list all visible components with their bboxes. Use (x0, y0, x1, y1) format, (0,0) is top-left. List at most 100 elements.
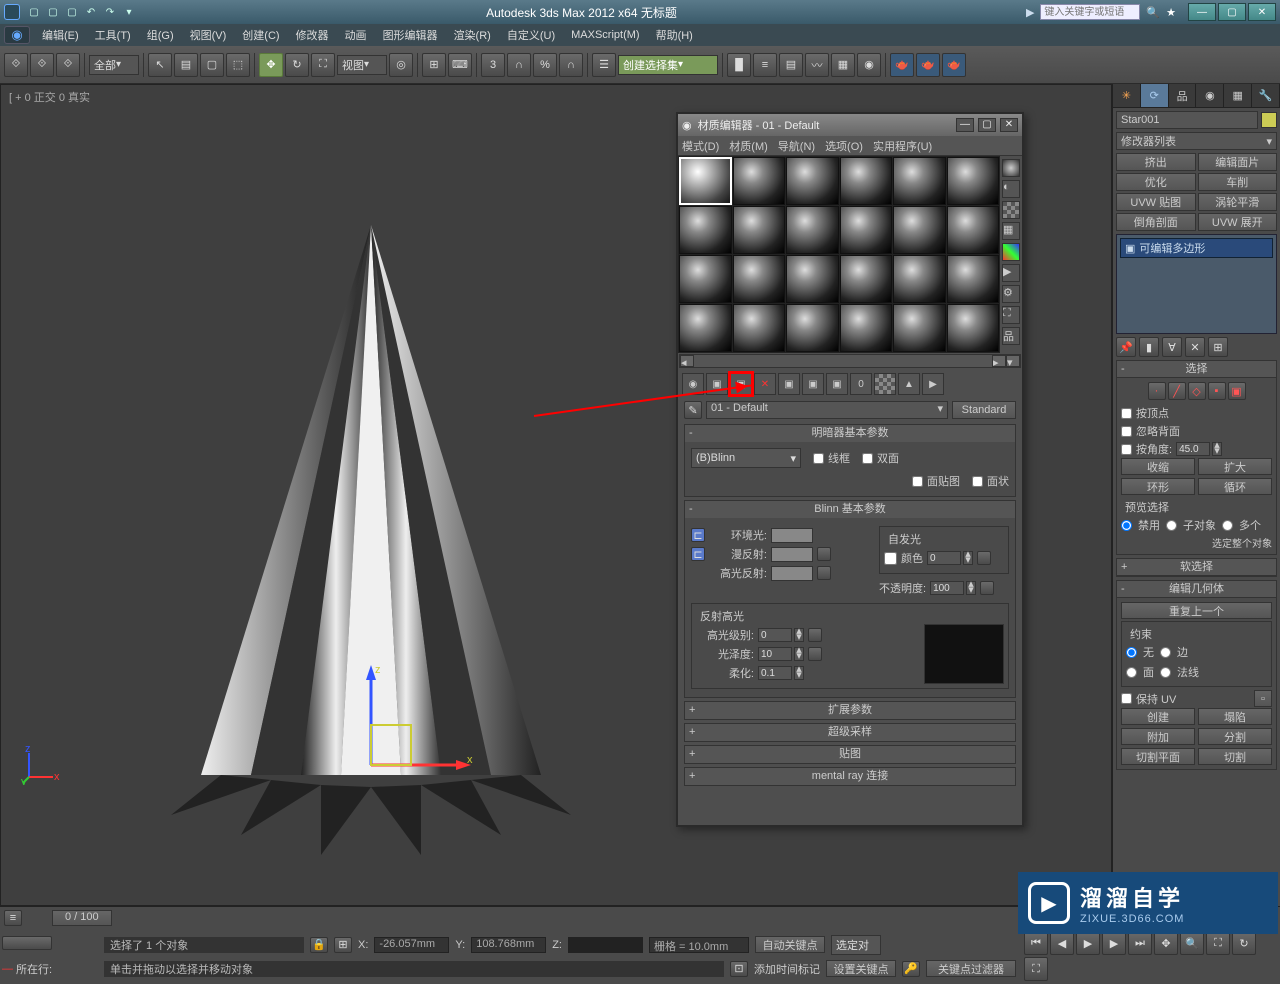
material-name-input[interactable]: 01 - Default ▾ (706, 401, 948, 419)
select-by-material-icon[interactable]: ⛶ (1002, 306, 1020, 324)
rad-con-none[interactable] (1126, 647, 1137, 658)
rollout-shader-header[interactable]: 明暗器基本参数 (685, 425, 1015, 442)
btn-lathe[interactable]: 车削 (1198, 173, 1278, 191)
material-map-nav-icon[interactable]: 品 (1002, 327, 1020, 345)
menu-customize[interactable]: 自定义(U) (499, 25, 563, 45)
layers-icon[interactable]: ▤ (779, 53, 803, 77)
make-copy-icon[interactable]: ▣ (778, 373, 800, 395)
material-type-button[interactable]: Standard (952, 401, 1016, 419)
keyboard-shortcut-icon[interactable]: ⌨ (448, 53, 472, 77)
put-to-library-icon[interactable]: ▣ (826, 373, 848, 395)
tab-motion-icon[interactable]: ◉ (1196, 84, 1224, 107)
btn-uvwunwrap[interactable]: UVW 展开 (1198, 213, 1278, 231)
btn-bevelprofile[interactable]: 倒角剖面 (1116, 213, 1196, 231)
subobj-element-icon[interactable]: ▣ (1228, 382, 1246, 400)
snap-toggle-icon[interactable]: 3 (481, 53, 505, 77)
stack-unique-icon[interactable]: ∀ (1162, 337, 1182, 357)
si-map-btn[interactable] (977, 551, 991, 565)
speclevel-map-btn[interactable] (808, 628, 822, 642)
material-slot[interactable] (893, 206, 946, 254)
material-slot-1[interactable] (679, 157, 732, 205)
opacity-map-btn[interactable] (980, 581, 994, 595)
specular-color-swatch[interactable] (771, 566, 813, 581)
modifier-list-select[interactable]: 修改器列表▾ (1116, 132, 1277, 150)
material-slot[interactable] (840, 255, 893, 303)
diffuse-color-swatch[interactable] (771, 547, 813, 562)
select-region-icon[interactable]: ▢ (200, 53, 224, 77)
material-slot[interactable] (840, 206, 893, 254)
select-rotate-icon[interactable]: ↻ (285, 53, 309, 77)
make-preview-icon[interactable]: ▶ (1002, 264, 1020, 282)
spn-speclevel[interactable] (758, 628, 792, 642)
btn-ring[interactable]: 环形 (1121, 478, 1195, 495)
btn-create[interactable]: 创建 (1121, 708, 1195, 725)
stack-config-icon[interactable]: ⊞ (1208, 337, 1228, 357)
app-menu-icon[interactable]: ◉ (4, 26, 30, 44)
spn-angle[interactable] (1176, 442, 1210, 456)
material-slot[interactable] (947, 304, 1000, 352)
named-selection-set-select[interactable]: 创建选择集 ▾ (618, 55, 718, 75)
tab-modify-icon[interactable]: ⟳ (1141, 84, 1169, 107)
btn-optimize[interactable]: 优化 (1116, 173, 1196, 191)
setkey-button[interactable]: 设置关键点 (826, 960, 896, 977)
menu-grapheditors[interactable]: 图形编辑器 (375, 25, 446, 45)
minimize-button[interactable]: — (1188, 3, 1216, 21)
render-frame-icon[interactable]: 🫖 (916, 53, 940, 77)
mat-menu-nav[interactable]: 导航(N) (778, 138, 815, 154)
btn-shrink[interactable]: 收缩 (1121, 458, 1195, 475)
select-by-name-icon[interactable]: ▤ (174, 53, 198, 77)
zoom-all-icon[interactable]: ⛶ (1206, 931, 1230, 955)
material-slot[interactable] (733, 206, 786, 254)
options-icon[interactable]: ⚙ (1002, 285, 1020, 303)
menu-rendering[interactable]: 渲染(R) (446, 25, 499, 45)
material-slot[interactable] (947, 206, 1000, 254)
pick-material-icon[interactable]: ✎ (684, 401, 702, 419)
align-icon[interactable]: ≡ (753, 53, 777, 77)
modifier-stack[interactable]: ▣可编辑多边形 (1116, 234, 1277, 334)
get-material-icon[interactable]: ◉ (682, 373, 704, 395)
favorites-icon[interactable]: ★ (1166, 6, 1176, 19)
search-icon[interactable]: 🔍 (1146, 6, 1160, 19)
chk-facemap[interactable] (912, 476, 923, 487)
material-slot[interactable] (840, 304, 893, 352)
specular-map-btn[interactable] (817, 566, 831, 580)
play-icon[interactable]: ▶ (1076, 931, 1100, 955)
stack-show-icon[interactable]: ▮ (1139, 337, 1159, 357)
chk-byangle[interactable] (1121, 444, 1132, 455)
menu-edit[interactable]: 编辑(E) (34, 25, 87, 45)
select-object-icon[interactable]: ↖ (148, 53, 172, 77)
material-slot[interactable] (947, 157, 1000, 205)
btn-loop[interactable]: 循环 (1198, 478, 1272, 495)
subobj-edge-icon[interactable]: ╱ (1168, 382, 1186, 400)
spn-opacity[interactable] (930, 581, 964, 595)
qat-open-icon[interactable]: ▢ (45, 4, 61, 20)
mat-menu-util[interactable]: 实用程序(U) (873, 138, 932, 154)
qat-undo-icon[interactable]: ↶ (83, 4, 99, 20)
coord-x[interactable]: -26.057mm (374, 937, 449, 953)
material-editor-icon[interactable]: ◉ (857, 53, 881, 77)
qat-save-icon[interactable]: ▢ (64, 4, 80, 20)
rollout-selection-header[interactable]: 选择 (1117, 361, 1276, 378)
window-crossing-icon[interactable]: ⬚ (226, 53, 250, 77)
ref-coord-select[interactable]: 视图 ▾ (337, 55, 387, 75)
chk-twoside[interactable] (862, 453, 873, 464)
stack-pin-icon[interactable]: 📌 (1116, 337, 1136, 357)
assign-to-selection-icon[interactable]: ▣ (730, 373, 752, 395)
menu-views[interactable]: 视图(V) (182, 25, 235, 45)
subobj-border-icon[interactable]: ◇ (1188, 382, 1206, 400)
mat-min-button[interactable]: — (956, 118, 974, 132)
chk-si-color[interactable] (884, 552, 897, 565)
btn-slice[interactable]: 切割 (1198, 748, 1272, 765)
time-slider-thumb[interactable]: 0 / 100 (52, 910, 112, 926)
rad-con-face[interactable] (1126, 667, 1137, 678)
subobj-vertex-icon[interactable]: · (1148, 382, 1166, 400)
maximize-button[interactable]: ▢ (1218, 3, 1246, 21)
help-search-input[interactable] (1040, 4, 1140, 20)
select-move-icon[interactable]: ✥ (259, 53, 283, 77)
play-next-icon[interactable]: ▶ (1102, 931, 1126, 955)
btn-grow[interactable]: 扩大 (1198, 458, 1272, 475)
material-slot[interactable] (679, 255, 732, 303)
coord-y[interactable]: 108.768mm (471, 937, 546, 953)
material-slot[interactable] (733, 304, 786, 352)
mat-menu-material[interactable]: 材质(M) (729, 138, 768, 154)
